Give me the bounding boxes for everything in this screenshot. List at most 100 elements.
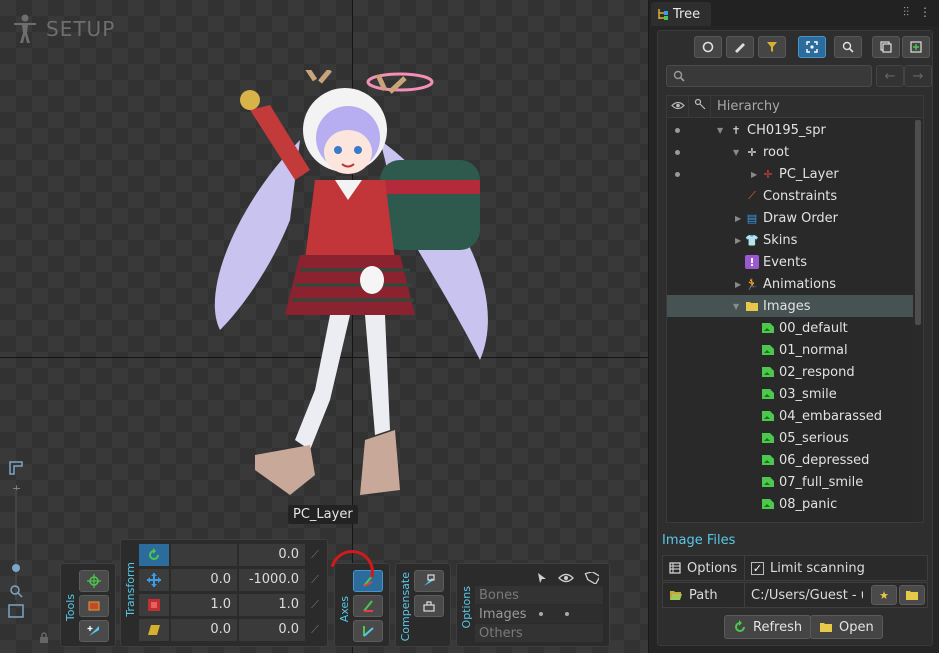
mode-indicator: SETUP [12, 14, 115, 44]
translate-x-value[interactable]: 0.0 [171, 569, 237, 591]
key-column-icon[interactable] [689, 96, 711, 118]
expand-button[interactable] [902, 36, 930, 58]
fit-view-icon[interactable] [8, 604, 24, 618]
visibility-dot[interactable] [675, 150, 680, 155]
arrow-right-icon: → [912, 68, 924, 84]
filter-bones-button[interactable] [694, 36, 722, 58]
tree-node-label: PC_Layer [779, 166, 839, 182]
expand-arrow-icon[interactable]: ▶ [735, 236, 741, 245]
compensate-bones-button[interactable] [414, 570, 444, 592]
tree-scrollbar[interactable] [913, 118, 923, 522]
translate-link-icon[interactable]: ⟋ [307, 573, 323, 587]
character-sprite[interactable] [180, 70, 530, 510]
transform-label: Transform [124, 562, 137, 617]
ruler-icon[interactable] [8, 460, 24, 476]
browse-path-button[interactable] [899, 585, 925, 605]
expand-arrow-icon[interactable]: ▼ [733, 302, 739, 311]
tree-node-root[interactable]: ▼ ✛ root [667, 141, 921, 163]
zoom-icon[interactable] [9, 584, 23, 598]
compensate-images-button[interactable] [414, 595, 444, 617]
expand-arrow-icon[interactable]: ▶ [751, 170, 757, 179]
tree-node-events[interactable]: ! Events [667, 251, 921, 273]
expand-arrow-icon[interactable]: ▶ [735, 214, 741, 223]
panel-menu-icon[interactable]: ⋮ [919, 5, 931, 20]
translate-tool-button[interactable] [139, 569, 169, 591]
visibility-dot[interactable] [675, 172, 680, 177]
visibility-dot[interactable] [675, 128, 680, 133]
images-visible-dot[interactable] [565, 612, 569, 616]
path-value-field[interactable]: C:/Users/Guest - us [745, 588, 863, 603]
find-replace-button[interactable] [834, 36, 862, 58]
zoom-slider-handle[interactable] [12, 564, 20, 572]
rotate-value[interactable]: 0.0 [239, 544, 305, 566]
scale-y-value[interactable]: 1.0 [239, 594, 305, 616]
pose-tool-button[interactable] [79, 570, 109, 592]
filter-button[interactable] [758, 36, 786, 58]
tag-icon [584, 572, 599, 584]
tree-node-image[interactable]: 07_full_smile [667, 471, 921, 493]
expand-arrow-icon[interactable]: ▶ [735, 280, 741, 289]
tree-node-image[interactable]: 02_respond [667, 361, 921, 383]
settings-sliders-icon[interactable]: ⫶⫶ [903, 5, 909, 20]
open-button[interactable]: Open [810, 615, 883, 639]
limit-scanning-checkbox[interactable]: ✓ Limit scanning [745, 561, 865, 576]
scale-x-value[interactable]: 1.0 [171, 594, 237, 616]
parent-axes-button[interactable] [353, 595, 383, 617]
refresh-button[interactable]: Refresh [724, 615, 812, 639]
tree-node-images[interactable]: ▼ Images [667, 295, 921, 317]
shear-y-value[interactable]: 0.0 [239, 619, 305, 641]
create-tool-button[interactable] [79, 620, 109, 642]
images-select-dot[interactable] [539, 612, 543, 616]
options-row-images[interactable]: Images [475, 605, 603, 623]
options-group: Options Bones Images Others [456, 563, 610, 647]
filter-attachments-button[interactable] [726, 36, 754, 58]
tree-node-skeleton[interactable]: ▼ ✝ CH0195_spr [667, 119, 921, 141]
expand-arrow-icon[interactable]: ▼ [733, 148, 739, 157]
rotate-link-icon[interactable]: ⟋ [307, 548, 323, 562]
expand-arrow-icon[interactable]: ▼ [717, 126, 723, 135]
translate-y-value[interactable]: -1000.0 [239, 569, 305, 591]
visibility-column-icon[interactable] [667, 96, 689, 118]
tree-node-image[interactable]: 00_default [667, 317, 921, 339]
lock-icon[interactable] [38, 632, 50, 644]
tree-node-image[interactable]: 05_serious [667, 427, 921, 449]
scale-tool-button[interactable] [139, 594, 169, 616]
collapse-button[interactable] [872, 36, 900, 58]
favorite-path-button[interactable]: ★ [871, 585, 897, 605]
options-row-bones[interactable]: Bones [475, 586, 603, 604]
search-next-button[interactable]: → [904, 65, 932, 87]
tree-node-image[interactable]: 06_depressed [667, 449, 921, 471]
shear-tool-button[interactable] [139, 619, 169, 641]
pencil-icon [735, 43, 745, 53]
tree-node-animations[interactable]: ▶ 🏃 Animations [667, 273, 921, 295]
viewport[interactable]: SETUP PC_Layer + Tools Transform 0.0 ⟋ 0… [0, 0, 648, 653]
scale-link-icon[interactable]: ⟋ [307, 598, 323, 612]
rotate-row: 0.0 ⟋ [139, 544, 323, 566]
tree-node-pc-layer[interactable]: ▶ ✛ PC_Layer [667, 163, 921, 185]
tree-node-image[interactable]: 01_normal [667, 339, 921, 361]
tree-node-image[interactable]: 08_panic [667, 493, 921, 515]
shear-link-icon[interactable]: ⟋ [307, 623, 323, 637]
rotate-tool-button[interactable] [139, 544, 169, 566]
focus-selection-button[interactable] [798, 36, 826, 58]
tree-node-skins[interactable]: ▶ 👕 Skins [667, 229, 921, 251]
tree-node-label: Events [763, 254, 808, 270]
world-axes-button[interactable] [353, 620, 383, 642]
folder-open-icon [670, 591, 682, 600]
weights-tool-button[interactable] [79, 595, 109, 617]
tree-search-input[interactable] [666, 65, 872, 87]
folder-icon [820, 623, 832, 632]
shear-x-value[interactable]: 0.0 [171, 619, 237, 641]
tree-node-image[interactable]: 03_smile [667, 383, 921, 405]
tab-tree[interactable]: Tree [651, 2, 711, 26]
tree-node-draw-order[interactable]: ▶ ▤ Draw Order [667, 207, 921, 229]
checkbox-check-icon[interactable]: ✓ [751, 561, 764, 575]
path-value: C:/Users/Guest - us [751, 587, 863, 603]
tree-scrollbar-thumb[interactable] [915, 120, 921, 325]
options-row-others[interactable]: Others [475, 624, 603, 642]
tree-panel: Tree ⫶⫶ ⋮ ← → Hierarchy ▼ ✝ CH0195_spr ▼… [648, 0, 939, 653]
tree-node-constraints[interactable]: ⟋ Constraints [667, 185, 921, 207]
tree-node-image[interactable]: 04_embarassed [667, 405, 921, 427]
search-prev-button[interactable]: ← [876, 65, 904, 87]
rotate-field-blank[interactable] [171, 544, 237, 566]
